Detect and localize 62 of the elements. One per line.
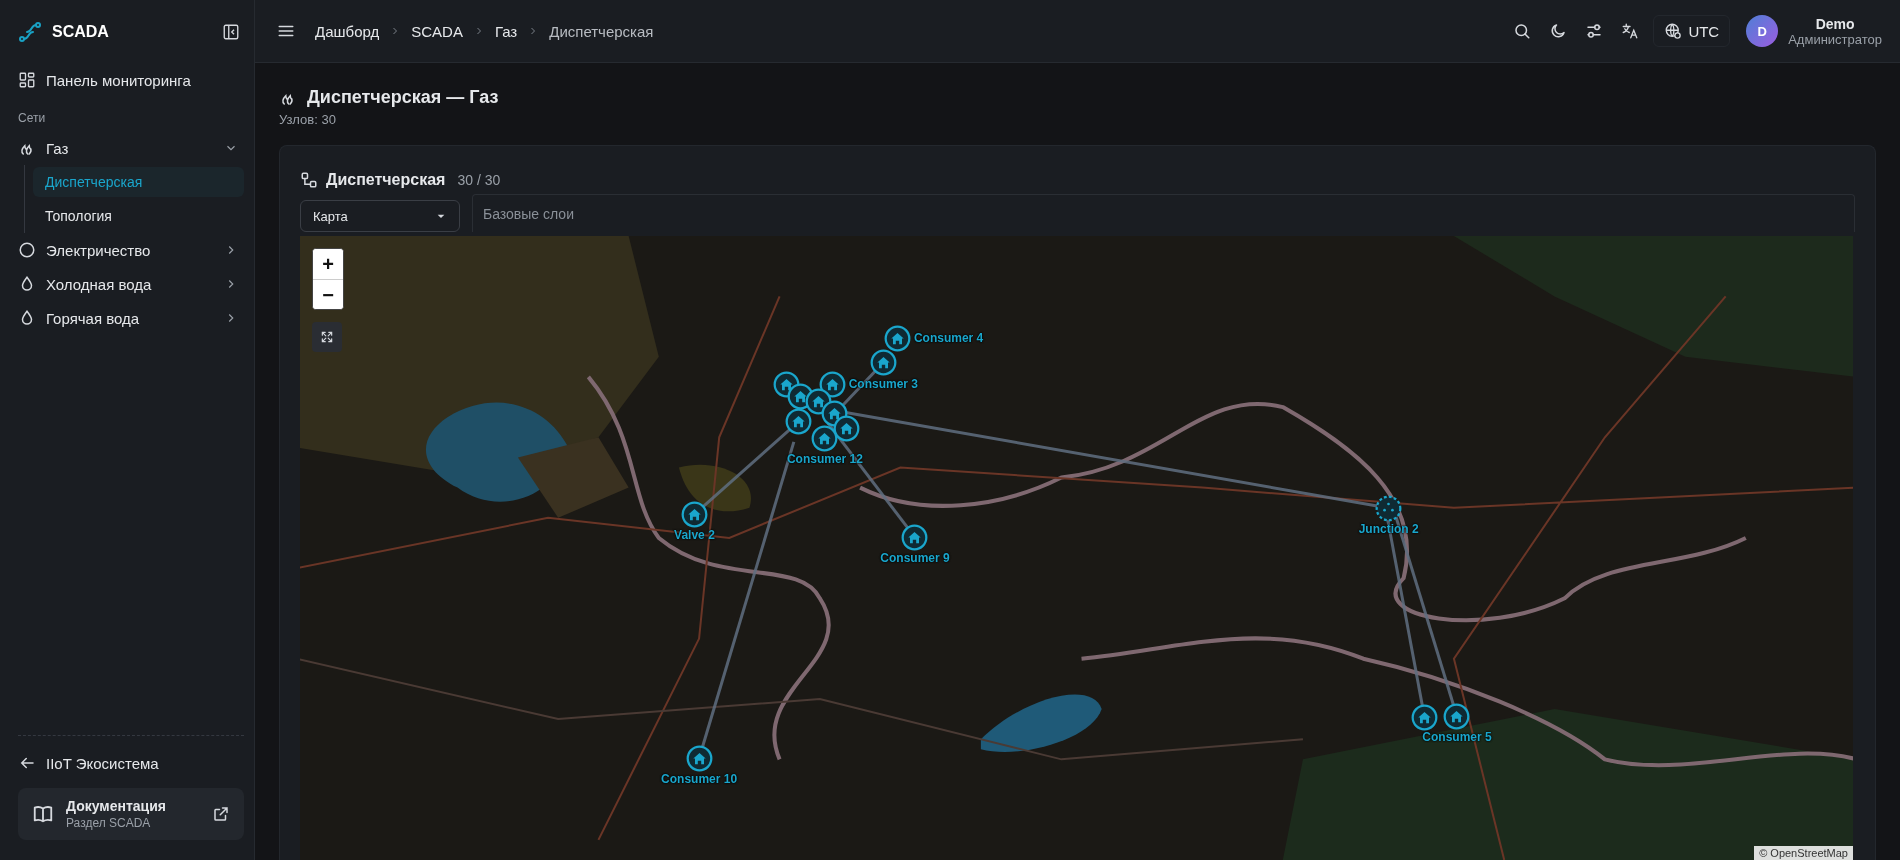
logo-icon <box>18 19 42 44</box>
breadcrumb-link[interactable]: SCADA <box>411 22 463 40</box>
card-title: Диспетчерская <box>326 171 446 189</box>
consumer-marker[interactable] <box>833 414 861 442</box>
node-label: Consumer 10 <box>661 772 738 787</box>
breadcrumb-current: Диспетчерская <box>549 22 654 40</box>
node-label: Valve 2 <box>674 528 715 543</box>
translate-icon <box>1621 22 1640 40</box>
fullscreen-button[interactable] <box>312 322 342 352</box>
nav-subitem[interactable]: Топология <box>33 201 244 231</box>
consumer-marker[interactable] <box>1410 703 1438 731</box>
view-select[interactable]: Карта <box>300 200 460 232</box>
consumer-marker[interactable] <box>884 325 912 353</box>
node-label: Consumer 12 <box>786 452 863 467</box>
timezone-button[interactable]: UTC <box>1653 15 1731 47</box>
globe-icon <box>1664 22 1683 40</box>
nav-item[interactable]: Газ <box>18 131 244 165</box>
node-count: 30 / 30 <box>457 172 501 188</box>
sliders-icon <box>1585 22 1604 40</box>
node-label: Consumer 4 <box>913 330 984 345</box>
layers-field[interactable]: Базовые слои <box>472 194 1855 232</box>
nav-item[interactable]: Холодная вода <box>18 267 244 301</box>
nav-item[interactable]: Горячая вода <box>18 301 244 335</box>
nav-subitem[interactable]: Диспетчерская <box>33 167 244 197</box>
moon-icon <box>1549 22 1568 40</box>
node-label: Junction 2 <box>1358 522 1419 537</box>
breadcrumb-link[interactable]: Газ <box>494 22 518 40</box>
node-label: Consumer 3 <box>848 376 919 391</box>
docs-card[interactable]: Документация Раздел SCADA <box>18 788 244 840</box>
nav-item[interactable]: Панель мониторинга <box>18 63 244 97</box>
consumer-marker[interactable] <box>811 424 839 452</box>
consumer-marker[interactable] <box>785 407 812 435</box>
node-label: Consumer 9 <box>880 551 950 566</box>
breadcrumb-link[interactable]: Дашборд <box>315 22 380 40</box>
docs-title: Документация <box>66 798 166 814</box>
panel-collapse-icon <box>222 22 240 41</box>
user-role: Администратор <box>1788 31 1882 47</box>
search-icon <box>1513 22 1532 40</box>
valve-marker[interactable] <box>680 500 708 528</box>
docs-subtitle: Раздел SCADA <box>66 816 152 830</box>
consumer-marker[interactable] <box>685 744 713 772</box>
nodes-icon <box>300 171 318 189</box>
user-name: Demo <box>1814 15 1856 32</box>
circle-icon <box>18 241 36 259</box>
user-avatar[interactable]: D <box>1746 15 1779 47</box>
zoom-out-button[interactable]: − <box>313 279 343 309</box>
page-subtitle: Узлов: 30 <box>279 112 337 127</box>
junction-marker[interactable] <box>1375 494 1403 522</box>
expand-icon <box>320 330 334 344</box>
consumer-marker[interactable] <box>901 523 929 551</box>
grid-icon <box>18 71 36 89</box>
external-link-icon <box>212 805 230 823</box>
back-link[interactable]: IIoT Экосистема <box>18 746 244 780</box>
page-title: Диспетчерская — Газ <box>307 87 499 108</box>
consumer-marker[interactable] <box>1443 702 1471 730</box>
map-attribution: © OpenStreetMap <box>1754 846 1853 860</box>
consumer-marker[interactable] <box>870 348 898 376</box>
book-icon <box>32 803 54 825</box>
node-label: Consumer 5 <box>1422 730 1492 745</box>
section-label: Сети <box>18 111 47 125</box>
nav-item[interactable]: Электричество <box>18 233 244 267</box>
brand-name: SCADA <box>52 22 109 41</box>
